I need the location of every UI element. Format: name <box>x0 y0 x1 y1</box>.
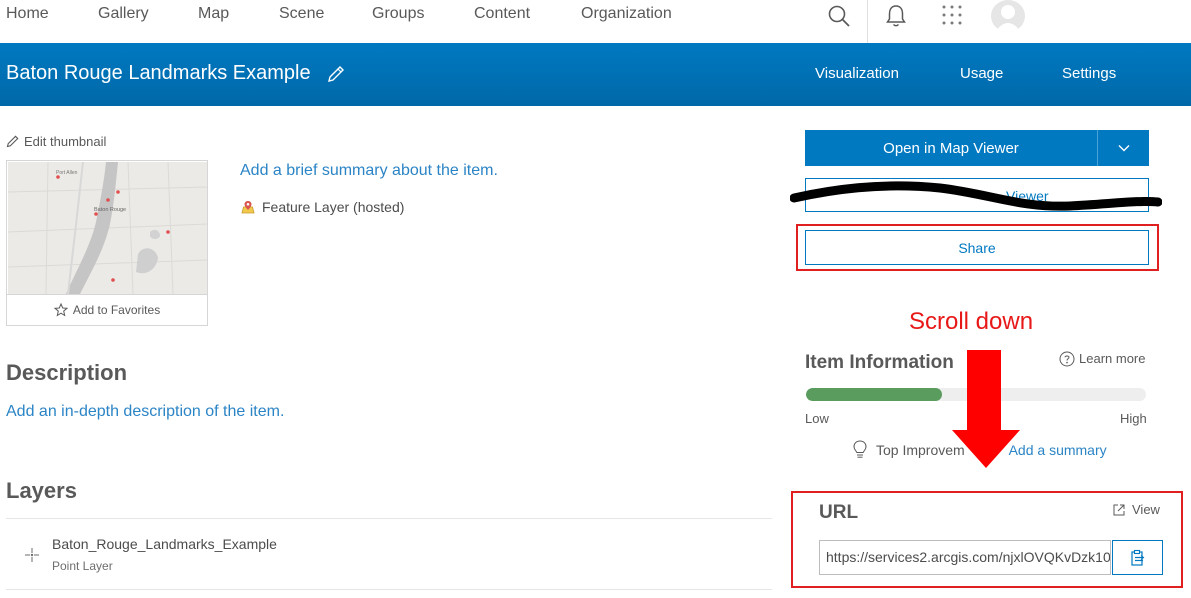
item-title: Baton Rouge Landmarks Example <box>6 62 311 84</box>
nav-divider <box>867 0 868 43</box>
nav-map[interactable]: Map <box>198 5 229 23</box>
url-heading: URL <box>819 502 859 523</box>
copy-url-button[interactable] <box>1112 540 1163 575</box>
top-navigation: Home Gallery Map Scene Groups Content Or… <box>0 0 1191 43</box>
share-button[interactable]: Share <box>805 230 1149 265</box>
map-label-baton-rouge: Baton Rouge <box>94 207 126 213</box>
favorites-label: Add to Favorites <box>72 303 161 317</box>
tab-visualization[interactable]: Visualization <box>815 65 899 82</box>
learn-more-label: Learn more <box>1079 351 1146 366</box>
point-layer-icon <box>24 547 40 563</box>
tab-settings[interactable]: Settings <box>1062 65 1116 82</box>
item-information-heading: Item Information <box>805 352 954 373</box>
item-type: Feature Layer (hosted) <box>240 199 404 215</box>
nav-organization[interactable]: Organization <box>581 5 672 23</box>
lightbulb-icon <box>853 440 867 458</box>
url-view-link[interactable]: View <box>1112 502 1160 517</box>
pencil-icon <box>6 135 19 148</box>
edit-title-icon[interactable] <box>326 64 346 84</box>
star-icon <box>53 303 68 317</box>
description-heading: Description <box>6 360 128 385</box>
external-link-icon <box>1113 504 1125 516</box>
thumbnail-card: Port Allen Baton Rouge Add to Favorites <box>6 160 208 326</box>
down-arrow-annotation <box>952 350 1020 468</box>
layer-name-link[interactable]: Baton_Rouge_Landmarks_Example <box>52 536 277 552</box>
learn-more-link[interactable]: Learn more <box>1059 351 1145 367</box>
view-label: View <box>1132 502 1160 517</box>
meter-high-label: High <box>1120 411 1147 426</box>
layers-heading: Layers <box>6 478 77 503</box>
nav-gallery[interactable]: Gallery <box>98 5 149 23</box>
open-in-map-viewer-button[interactable]: Open in Map Viewer <box>805 130 1097 166</box>
meter-low-label: Low <box>805 411 829 426</box>
item-type-label: Feature Layer (hosted) <box>262 199 405 215</box>
bell-icon[interactable] <box>883 3 909 29</box>
scroll-down-annotation: Scroll down <box>909 308 1034 335</box>
edit-thumbnail-label: Edit thumbnail <box>24 134 107 149</box>
open-options-dropdown[interactable] <box>1097 130 1149 166</box>
map-label-port-allen: Port Allen <box>56 170 78 176</box>
add-a-summary-link[interactable]: Add a summary <box>1009 442 1107 458</box>
url-field[interactable]: https://services2.arcgis.com/njxlOVQKvDz… <box>819 540 1111 575</box>
tab-usage[interactable]: Usage <box>960 65 1003 82</box>
add-to-favorites-button[interactable]: Add to Favorites <box>7 294 207 325</box>
nav-home[interactable]: Home <box>6 5 49 23</box>
add-summary-link[interactable]: Add a brief summary about the item. <box>240 162 498 180</box>
nav-groups[interactable]: Groups <box>372 5 424 23</box>
layer-list: Baton_Rouge_Landmarks_Example Point Laye… <box>6 518 772 590</box>
edit-thumbnail-link[interactable]: Edit thumbnail <box>6 134 106 149</box>
nav-scene[interactable]: Scene <box>279 5 324 23</box>
feature-layer-icon <box>241 201 255 214</box>
question-icon <box>1059 351 1075 367</box>
search-icon[interactable] <box>826 3 852 29</box>
add-description-link[interactable]: Add an in-depth description of the item. <box>6 403 284 421</box>
redaction-scribble <box>790 181 1162 211</box>
nav-content[interactable]: Content <box>474 5 530 23</box>
layer-type-label: Point Layer <box>52 559 113 573</box>
item-header: Baton Rouge Landmarks Example Visualizat… <box>0 43 1191 106</box>
thumbnail-map-image: Port Allen Baton Rouge <box>8 162 207 294</box>
clipboard-icon <box>1130 549 1144 566</box>
user-avatar[interactable] <box>991 0 1025 32</box>
app-launcher-icon[interactable] <box>939 3 965 29</box>
chevron-down-icon <box>1118 145 1129 152</box>
meter-fill <box>806 388 942 401</box>
